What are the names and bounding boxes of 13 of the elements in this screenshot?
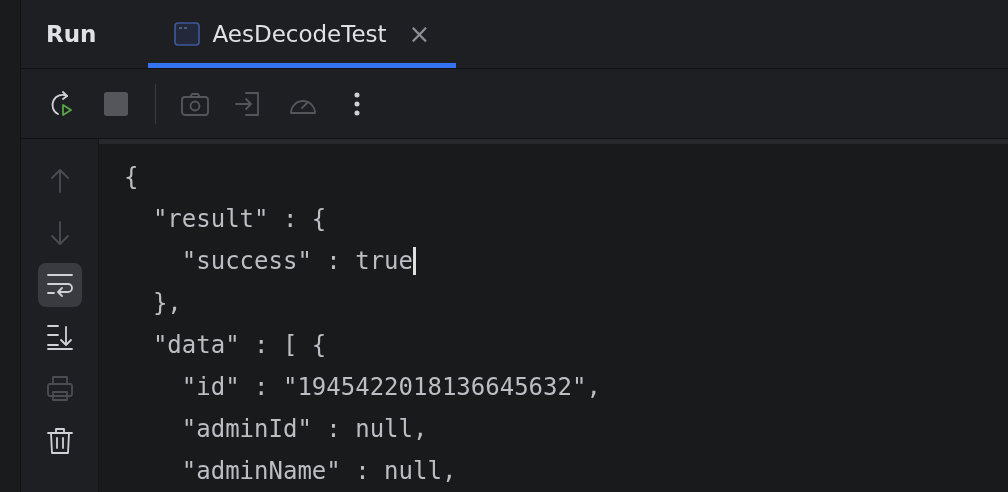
console-line: "success" : true (180, 247, 413, 275)
close-tab-button[interactable]: × (408, 19, 431, 49)
console-line: "id" : "1945422018136645632", (180, 373, 601, 401)
console-icon (174, 22, 201, 46)
run-tab[interactable]: AesDecodeTest × (148, 0, 457, 68)
console-line: "result" : { (151, 205, 327, 233)
soft-wrap-icon[interactable] (37, 263, 82, 307)
panel-title: Run (46, 21, 97, 47)
console-line: }, (151, 289, 182, 317)
console-line: "adminId" : null, (180, 415, 428, 443)
console-line: { (124, 163, 139, 191)
console-line: "adminName" : null, (180, 457, 457, 485)
console-line: "data" : [ { (151, 331, 327, 359)
